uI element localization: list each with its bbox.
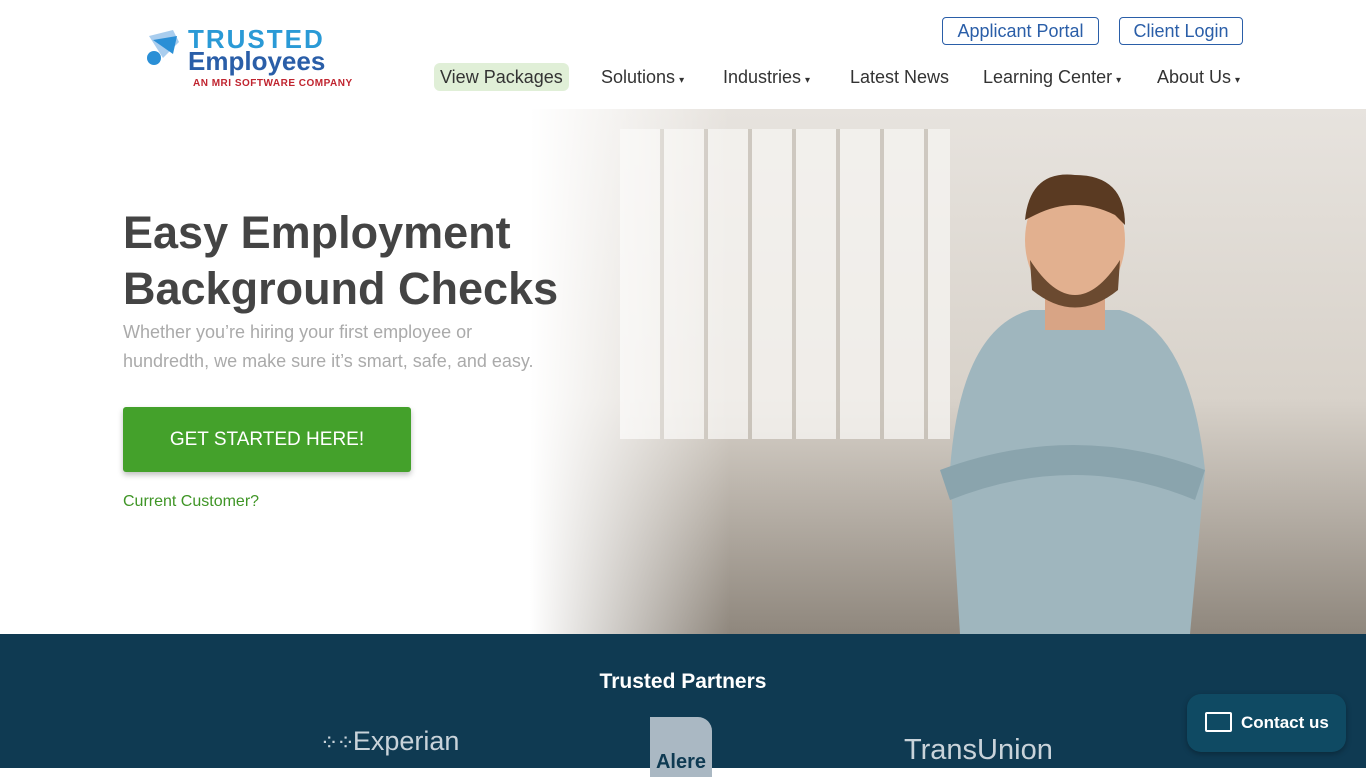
envelope-icon xyxy=(1205,712,1232,732)
logo-text: Employees xyxy=(188,46,326,76)
nav-latest-news[interactable]: Latest News xyxy=(850,63,949,91)
logo-tagline: AN MRI SOFTWARE COMPANY xyxy=(193,78,353,89)
nav-view-packages[interactable]: View Packages xyxy=(434,63,569,91)
nav-label: About Us xyxy=(1157,67,1232,87)
hero-subtitle: Whether you’re hiring your first employe… xyxy=(123,322,534,371)
contact-us-button[interactable]: Contact us xyxy=(1187,694,1346,752)
smiling-man-image xyxy=(940,174,1205,634)
hero-title: Easy Employment Background Checks xyxy=(123,207,559,314)
nav-label: Solutions xyxy=(601,67,676,87)
nav-label: Industries xyxy=(723,67,802,87)
logo-mark-icon xyxy=(147,30,179,65)
alere-logo: Alere xyxy=(650,717,712,777)
caret-down-icon: ▾ xyxy=(1235,75,1241,86)
transunion-logo: TransUnion xyxy=(904,734,1053,766)
logo[interactable]: TRUSTED Employees AN MRI SOFTWARE COMPAN… xyxy=(143,24,358,94)
nav-learning-center[interactable]: Learning Center ▾ xyxy=(983,63,1121,95)
caret-down-icon: ▾ xyxy=(805,75,811,86)
hero-fade xyxy=(530,109,730,634)
nav-solutions[interactable]: Solutions ▾ xyxy=(601,63,684,95)
site-header: TRUSTED Employees AN MRI SOFTWARE COMPAN… xyxy=(0,0,1366,109)
contact-label: Contact us xyxy=(1241,713,1329,732)
nav-label: View Packages xyxy=(440,67,563,87)
caret-down-icon: ▾ xyxy=(1116,75,1122,86)
partners-title: Trusted Partners xyxy=(599,670,767,693)
get-started-button[interactable]: GET STARTED HERE! xyxy=(123,407,411,472)
nav-about-us[interactable]: About Us ▾ xyxy=(1157,63,1240,95)
caret-down-icon: ▾ xyxy=(679,75,685,86)
nav-industries[interactable]: Industries ▾ xyxy=(723,63,810,95)
current-customer-link[interactable]: Current Customer? xyxy=(123,493,259,511)
applicant-portal-button[interactable]: Applicant Portal xyxy=(942,17,1099,45)
nav-label: Latest News xyxy=(850,67,950,87)
experian-logo: ⁘⁘Experian xyxy=(320,726,460,756)
trusted-partners: Trusted Partners ⁘⁘Experian Alere TransU… xyxy=(0,634,1366,777)
nav-label: Learning Center xyxy=(983,67,1113,87)
client-login-button[interactable]: Client Login xyxy=(1119,17,1243,45)
